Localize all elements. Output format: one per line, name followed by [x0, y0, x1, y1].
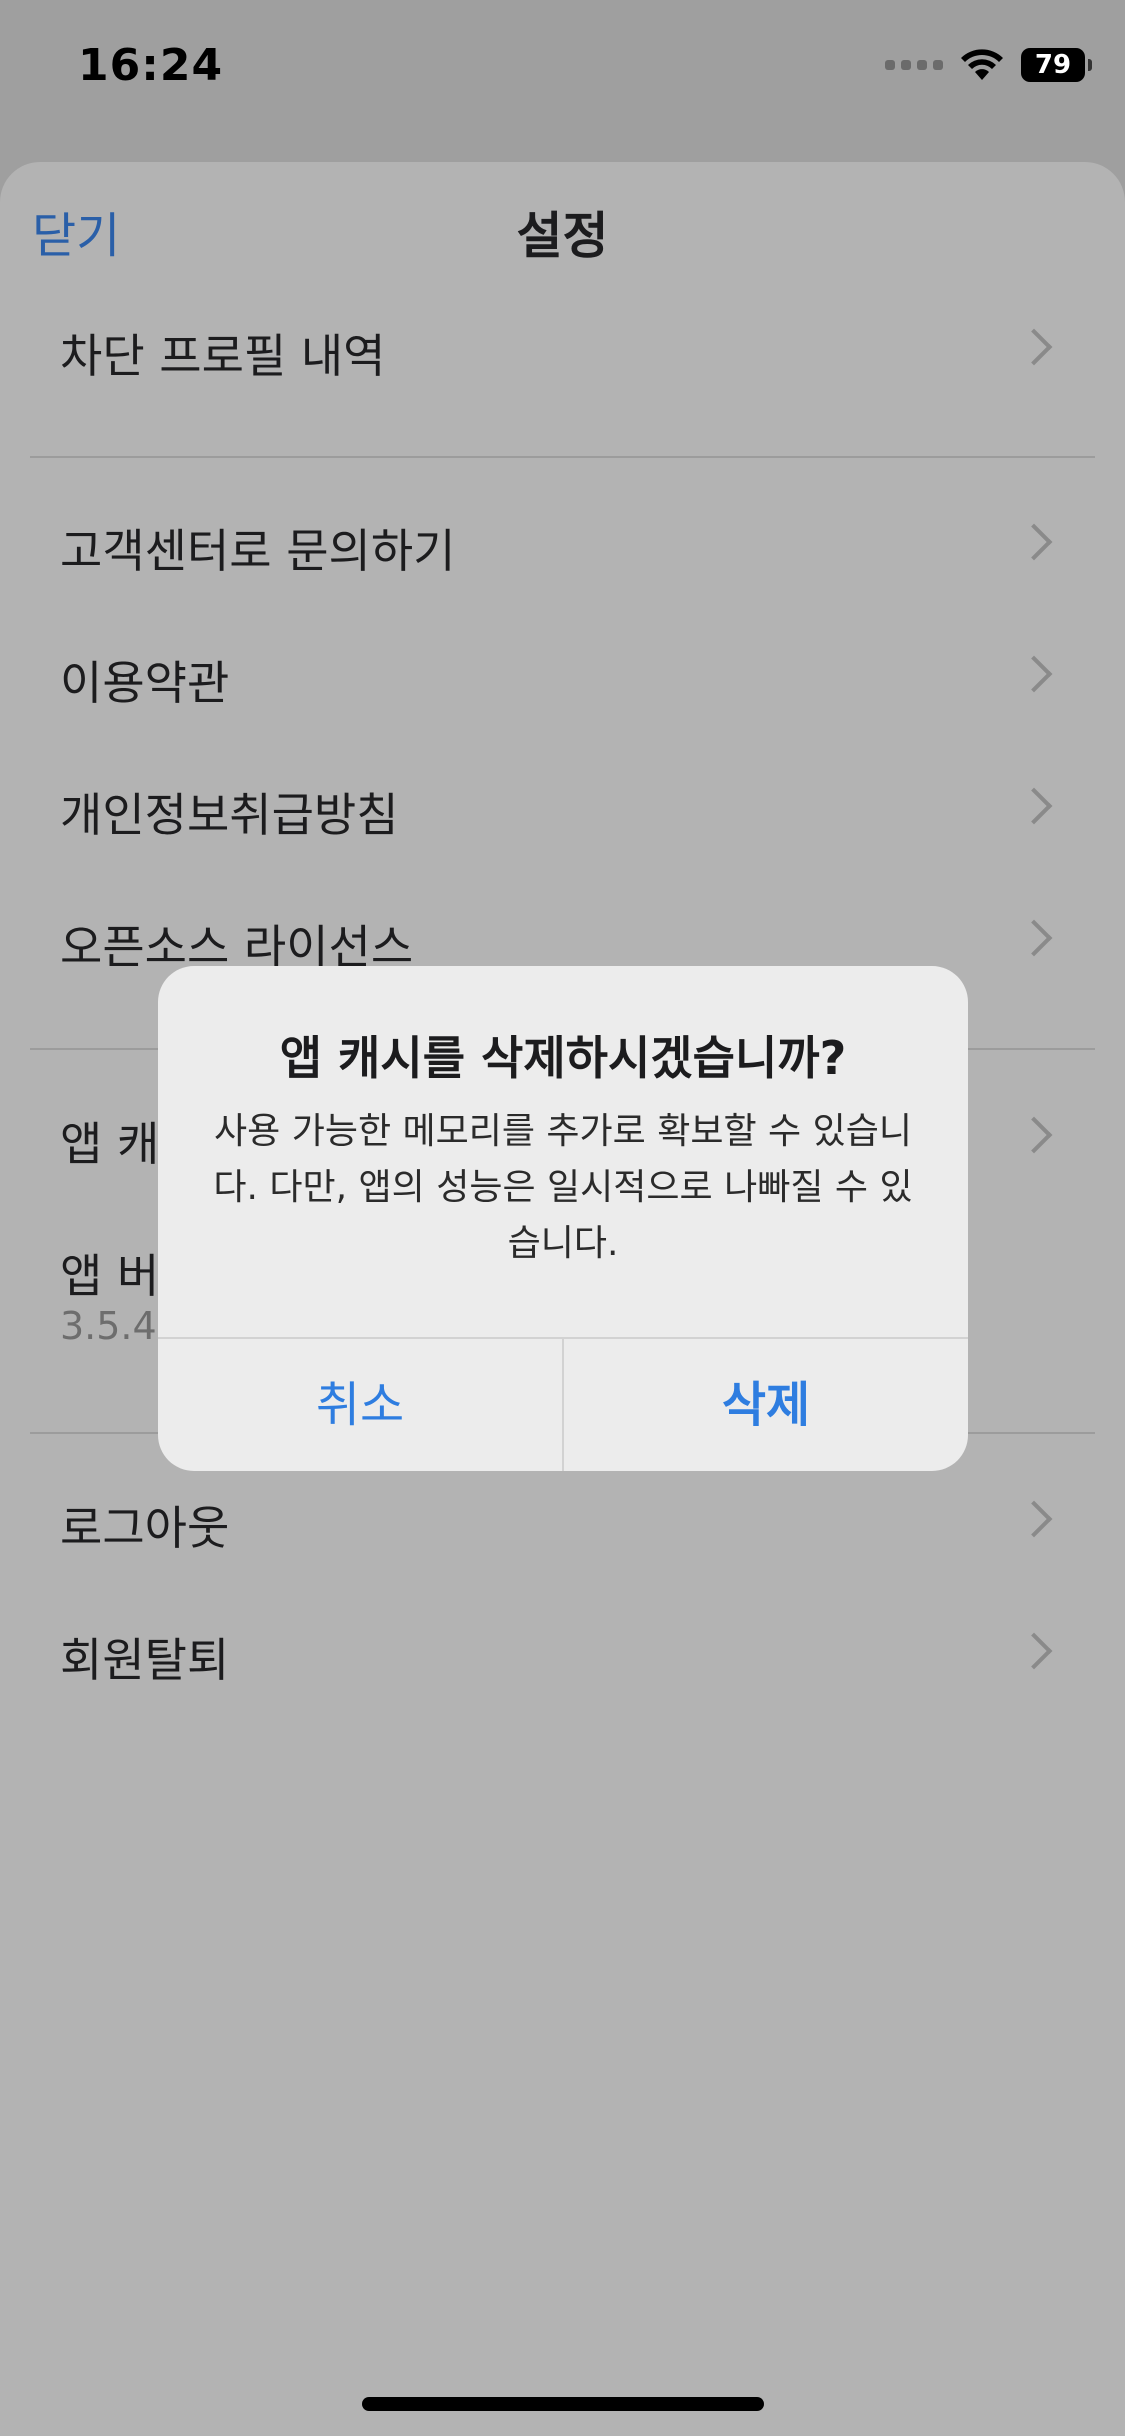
chevron-right-icon — [1015, 1116, 1053, 1154]
row-label: 앱 버 — [60, 1249, 160, 1303]
settings-row-logout[interactable]: 로그아웃 — [0, 1464, 1125, 1584]
alert-message: 사용 가능한 메모리를 추가로 확보할 수 있습니다. 다만, 앱의 성능은 일… — [213, 1111, 913, 1264]
page-title: 설정 — [516, 207, 609, 265]
chevron-right-icon — [1015, 1500, 1053, 1538]
chevron-right-icon — [1015, 919, 1053, 957]
row-label: 이용약관 — [60, 656, 230, 710]
home-indicator[interactable] — [362, 2397, 764, 2411]
delete-button[interactable]: 삭제 — [564, 1339, 968, 1471]
battery-icon: 79 — [1021, 48, 1092, 82]
status-time: 16:24 — [78, 40, 224, 91]
settings-row-customer-center[interactable]: 고객센터로 문의하기 — [0, 487, 1125, 607]
clear-cache-alert: 앱 캐시를 삭제하시겠습니까? 사용 가능한 메모리를 추가로 확보할 수 있습… — [158, 966, 968, 1471]
app-version-value: 3.5.4 — [60, 1304, 157, 1348]
cancel-button[interactable]: 취소 — [158, 1339, 562, 1471]
chevron-right-icon — [1015, 523, 1053, 561]
row-label: 앱 캐 — [60, 1117, 160, 1171]
section-divider — [30, 456, 1095, 458]
row-label: 개인정보취급방침 — [60, 788, 399, 842]
settings-row-withdraw[interactable]: 회원탈퇴 — [0, 1596, 1125, 1716]
chevron-right-icon — [1015, 787, 1053, 825]
chevron-right-icon — [1015, 1632, 1053, 1670]
settings-row-privacy[interactable]: 개인정보취급방침 — [0, 751, 1125, 871]
status-icons: 79 — [885, 48, 1092, 82]
signal-dots-icon — [885, 60, 943, 70]
row-label: 차단 프로필 내역 — [60, 329, 386, 383]
status-bar: 16:24 79 — [0, 0, 1125, 150]
wifi-icon — [961, 49, 1003, 80]
row-label: 회원탈퇴 — [60, 1633, 230, 1687]
chevron-right-icon — [1015, 655, 1053, 693]
alert-button-bar: 취소 삭제 — [158, 1337, 968, 1471]
alert-title: 앱 캐시를 삭제하시겠습니까? — [279, 1031, 847, 1085]
settings-row-blocked-profiles[interactable]: 차단 프로필 내역 — [0, 292, 1125, 412]
sheet-header: 닫기 설정 — [0, 162, 1125, 292]
settings-row-terms[interactable]: 이용약관 — [0, 619, 1125, 739]
row-label: 고객센터로 문의하기 — [60, 524, 456, 578]
chevron-right-icon — [1015, 328, 1053, 366]
row-label: 로그아웃 — [60, 1501, 230, 1555]
